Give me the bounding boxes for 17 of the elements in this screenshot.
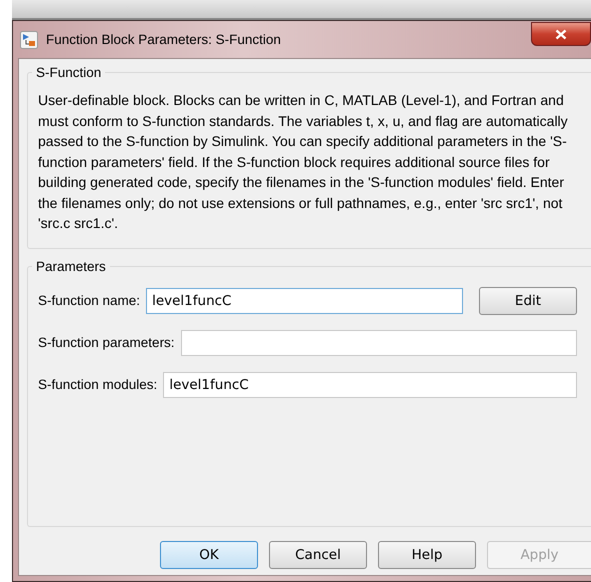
dialog-button[interactable]: OK bbox=[160, 541, 258, 569]
field-label: S-function modules: bbox=[38, 377, 158, 392]
input-field[interactable]: level1funcC bbox=[146, 288, 463, 314]
window-title: Function Block Parameters: S-Function bbox=[46, 32, 281, 47]
field-label: S-function name: bbox=[38, 293, 140, 308]
field-label: S-function parameters: bbox=[38, 335, 175, 350]
close-icon bbox=[555, 28, 567, 40]
dialog-button[interactable]: Cancel bbox=[269, 541, 367, 569]
group-title: S-Function bbox=[35, 65, 102, 80]
edit-button[interactable]: Edit bbox=[479, 286, 577, 314]
close-button[interactable] bbox=[531, 22, 591, 46]
input-field[interactable] bbox=[180, 330, 577, 356]
dialog-button[interactable]: Help bbox=[378, 541, 476, 569]
input-field[interactable]: level1funcC bbox=[163, 372, 577, 398]
description-text: User-definable block. Blocks can be written in C, MATLAB (Level-1), and Fortran and must conform to S-function standards. The variables t, x, u, and flag are automatically passed to the S-function by Simulink. You can specify additional parameters in the 'S-function parameters' field. If the S-function block requires additional source files for building generated code, specify the filenames in the 'S-function modules' field. Enter the filenames only; do not use extensions or full pathnames, e.g., enter 'src src1', not 'src.c src1.c'. bbox=[38, 91, 569, 233]
block-icon bbox=[20, 30, 38, 48]
group-title: Parameters bbox=[35, 258, 107, 274]
